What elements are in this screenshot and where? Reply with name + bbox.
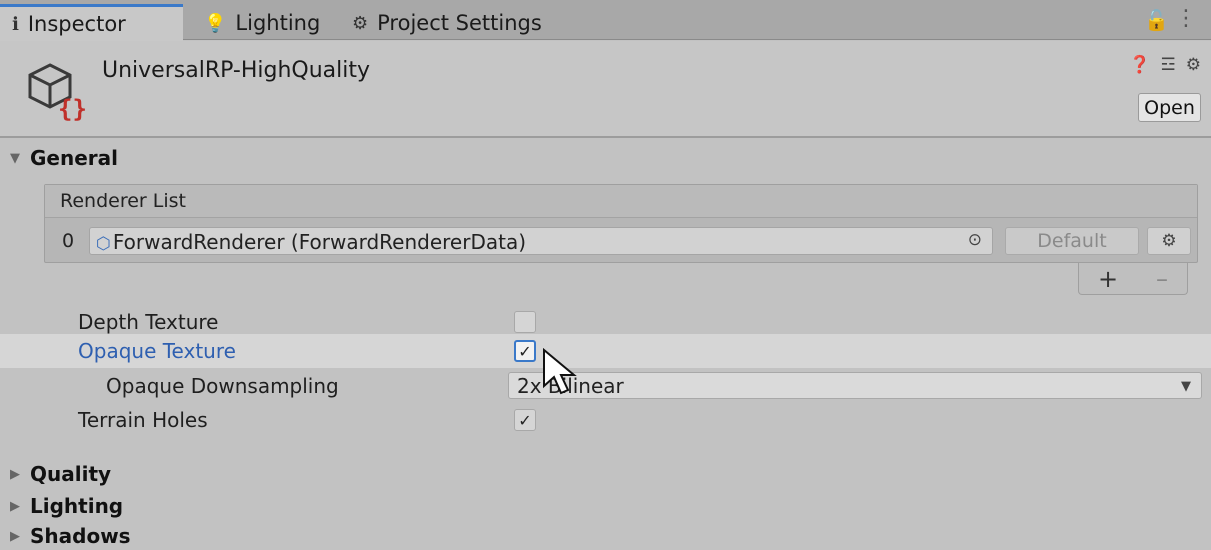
mouse-cursor-icon (543, 348, 577, 395)
property-label: Terrain Holes (78, 408, 208, 432)
terrain-holes-checkbox[interactable]: ✓ (514, 409, 536, 431)
collapsed-arrow-icon: ▶ (10, 466, 20, 482)
tab-project-settings[interactable]: ⚙ Project Settings (340, 6, 590, 40)
property-label: Depth Texture (78, 310, 219, 334)
expanded-arrow-icon: ▼ (10, 150, 20, 166)
foldout-label: General (30, 146, 118, 170)
opaque-texture-checkbox[interactable]: ✓ (514, 340, 536, 362)
tab-label: Inspector (27, 12, 126, 36)
info-icon: ℹ (12, 13, 19, 35)
tab-lighting[interactable]: 💡 Lighting (192, 6, 332, 40)
checkmark-icon: ✓ (518, 410, 532, 430)
help-icon[interactable]: ❓ (1129, 55, 1150, 75)
remove-button[interactable]: – (1156, 265, 1168, 293)
renderer-list-row: 0 ⬡ ForwardRenderer (ForwardRendererData)… (45, 219, 1197, 263)
settings-icon[interactable]: ⚙ (1186, 55, 1201, 75)
property-terrain-holes: Terrain Holes ✓ (0, 403, 1211, 437)
property-opaque-downsampling: Opaque Downsampling 2x Bilinear ▼ (0, 369, 1211, 403)
gear-icon: ⚙ (1161, 231, 1177, 251)
property-opaque-texture: Opaque Texture ✓ (0, 334, 1211, 368)
open-button[interactable]: Open (1138, 93, 1201, 122)
set-default-button[interactable]: Default (1005, 227, 1139, 255)
kebab-menu-icon[interactable]: ⋮ (1175, 6, 1197, 31)
inspector-header: {} UniversalRP-HighQuality ❓ ☲ ⚙ Open (0, 41, 1211, 138)
checkmark-icon: ✓ (518, 341, 532, 361)
renderer-object-field[interactable]: ⬡ ForwardRenderer (ForwardRendererData) ⊙ (89, 227, 993, 255)
add-button[interactable]: + (1098, 265, 1118, 293)
collapsed-arrow-icon: ▶ (10, 528, 20, 544)
foldout-quality[interactable]: ▶ Quality (8, 462, 111, 486)
preset-icon[interactable]: ☲ (1161, 55, 1176, 75)
object-picker-icon[interactable]: ⊙ (968, 230, 982, 250)
renderer-settings-button[interactable]: ⚙ (1147, 227, 1191, 255)
collapsed-arrow-icon: ▶ (10, 498, 20, 514)
list-add-remove: + – (1078, 263, 1188, 295)
foldout-general[interactable]: ▼ General (8, 146, 118, 170)
asset-title: UniversalRP-HighQuality (102, 58, 370, 83)
tab-inspector[interactable]: ℹ Inspector (0, 4, 183, 41)
foldout-label: Lighting (30, 494, 124, 518)
lock-icon[interactable]: 🔓 (1144, 8, 1169, 32)
property-label: Opaque Downsampling (106, 374, 339, 398)
tab-bar: ℹ Inspector 💡 Lighting ⚙ Project Setting… (0, 0, 1211, 41)
gear-icon: ⚙ (352, 12, 369, 34)
foldout-label: Shadows (30, 524, 131, 548)
foldout-label: Quality (30, 462, 112, 486)
dropdown-arrow-icon: ▼ (1181, 379, 1191, 394)
renderer-asset-icon: ⬡ (96, 234, 111, 254)
renderer-list: Renderer List 0 ⬡ ForwardRenderer (Forwar… (44, 184, 1198, 263)
foldout-lighting[interactable]: ▶ Lighting (8, 494, 123, 518)
opaque-downsampling-dropdown[interactable]: 2x Bilinear ▼ (508, 372, 1202, 399)
depth-texture-checkbox[interactable] (514, 311, 536, 333)
tab-label: Project Settings (377, 11, 542, 35)
svg-text:{}: {} (58, 95, 87, 123)
lightbulb-icon: 💡 (204, 12, 227, 34)
tab-label: Lighting (235, 11, 321, 35)
row-index: 0 (62, 230, 75, 252)
property-label: Opaque Texture (78, 339, 236, 363)
scriptable-object-icon: {} (28, 63, 87, 123)
foldout-shadows[interactable]: ▶ Shadows (8, 524, 131, 548)
renderer-object-name: ForwardRenderer (ForwardRendererData) (112, 230, 526, 254)
renderer-list-header: Renderer List (45, 185, 1197, 218)
